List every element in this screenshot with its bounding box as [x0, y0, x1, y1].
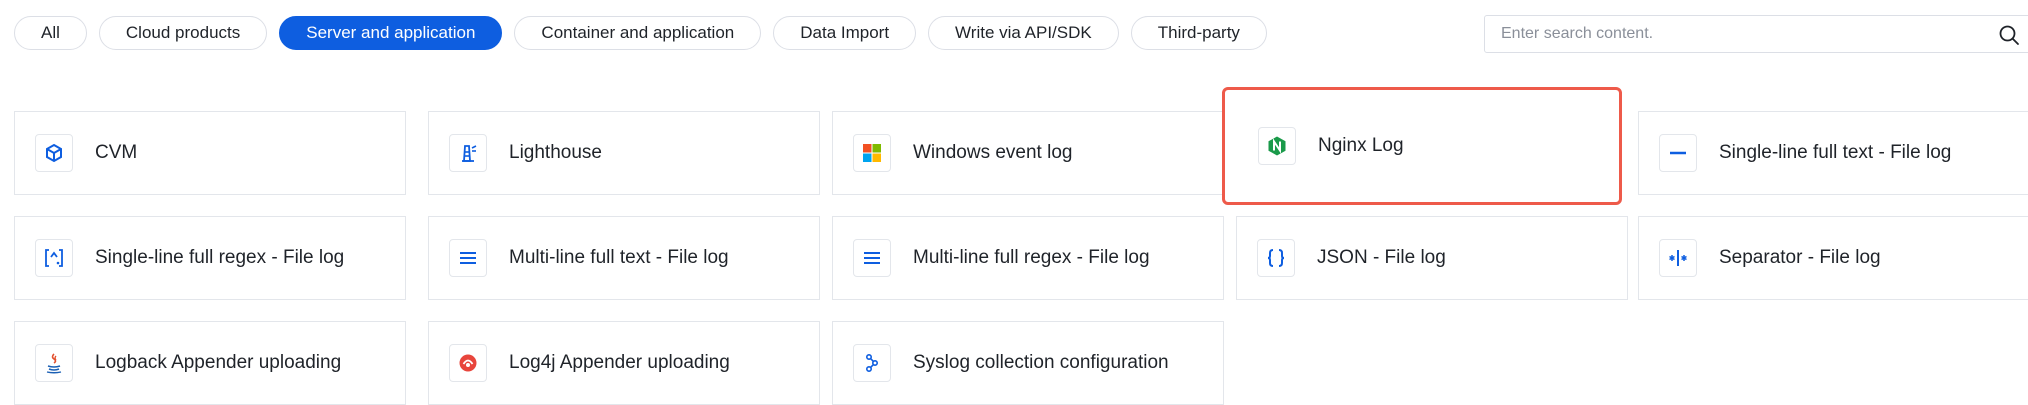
- card-separator-file-log[interactable]: Separator - File log: [1638, 216, 2028, 300]
- card-lighthouse[interactable]: Lighthouse: [428, 111, 820, 195]
- card-label: Nginx Log: [1318, 135, 1404, 156]
- filter-bar: All Cloud products Server and applicatio…: [14, 16, 1267, 52]
- card-label: Multi-line full regex - File log: [913, 247, 1150, 268]
- java-icon: [35, 344, 73, 382]
- nginx-icon: [1258, 127, 1296, 165]
- windows-icon: [853, 134, 891, 172]
- card-nginx-log[interactable]: Nginx Log: [1222, 87, 1622, 205]
- card-single-line-full-text[interactable]: Single-line full text - File log: [1638, 111, 2028, 195]
- card-label: Log4j Appender uploading: [509, 352, 730, 373]
- filter-all[interactable]: All: [14, 16, 87, 50]
- card-json-file-log[interactable]: JSON - File log: [1236, 216, 1628, 300]
- card-label: Syslog collection configuration: [913, 352, 1169, 373]
- card-log4j-appender[interactable]: Log4j Appender uploading: [428, 321, 820, 405]
- multi-line-icon: [449, 239, 487, 277]
- filter-cloud-products[interactable]: Cloud products: [98, 16, 268, 50]
- lighthouse-icon: [449, 134, 487, 172]
- card-windows-event-log[interactable]: Windows event log: [832, 111, 1224, 195]
- card-label: Single-line full text - File log: [1719, 142, 1952, 163]
- filter-third-party[interactable]: Third-party: [1130, 16, 1267, 50]
- card-cvm[interactable]: CVM: [14, 111, 406, 195]
- card-label: JSON - File log: [1317, 247, 1446, 268]
- filter-write-via-api-sdk[interactable]: Write via API/SDK: [928, 16, 1119, 50]
- card-label: Single-line full regex - File log: [95, 247, 345, 268]
- card-label: CVM: [95, 142, 138, 163]
- single-line-icon: [1659, 134, 1697, 172]
- filter-server-and-application[interactable]: Server and application: [279, 16, 503, 50]
- regex-icon: [35, 239, 73, 277]
- card-label: Separator - File log: [1719, 247, 1881, 268]
- card-logback-appender[interactable]: Logback Appender uploading: [14, 321, 406, 405]
- search-box: [1484, 15, 2028, 53]
- card-single-line-full-regex[interactable]: Single-line full regex - File log: [14, 216, 406, 300]
- card-multi-line-full-regex[interactable]: Multi-line full regex - File log: [832, 216, 1224, 300]
- json-icon: [1257, 239, 1295, 277]
- multi-line-regex-icon: [853, 239, 891, 277]
- search-input[interactable]: [1499, 24, 1983, 44]
- card-label: Lighthouse: [509, 142, 602, 163]
- card-label: Multi-line full text - File log: [509, 247, 729, 268]
- card-label: Windows event log: [913, 142, 1073, 163]
- search-icon[interactable]: [1998, 24, 2020, 46]
- card-syslog-collection[interactable]: Syslog collection configuration: [832, 321, 1224, 405]
- cvm-icon: [35, 134, 73, 172]
- filter-container-and-application[interactable]: Container and application: [514, 16, 762, 50]
- filter-data-import[interactable]: Data Import: [773, 16, 917, 50]
- log4j-icon: [449, 344, 487, 382]
- card-label: Logback Appender uploading: [95, 352, 342, 373]
- syslog-icon: [853, 344, 891, 382]
- card-multi-line-full-text[interactable]: Multi-line full text - File log: [428, 216, 820, 300]
- separator-icon: [1659, 239, 1697, 277]
